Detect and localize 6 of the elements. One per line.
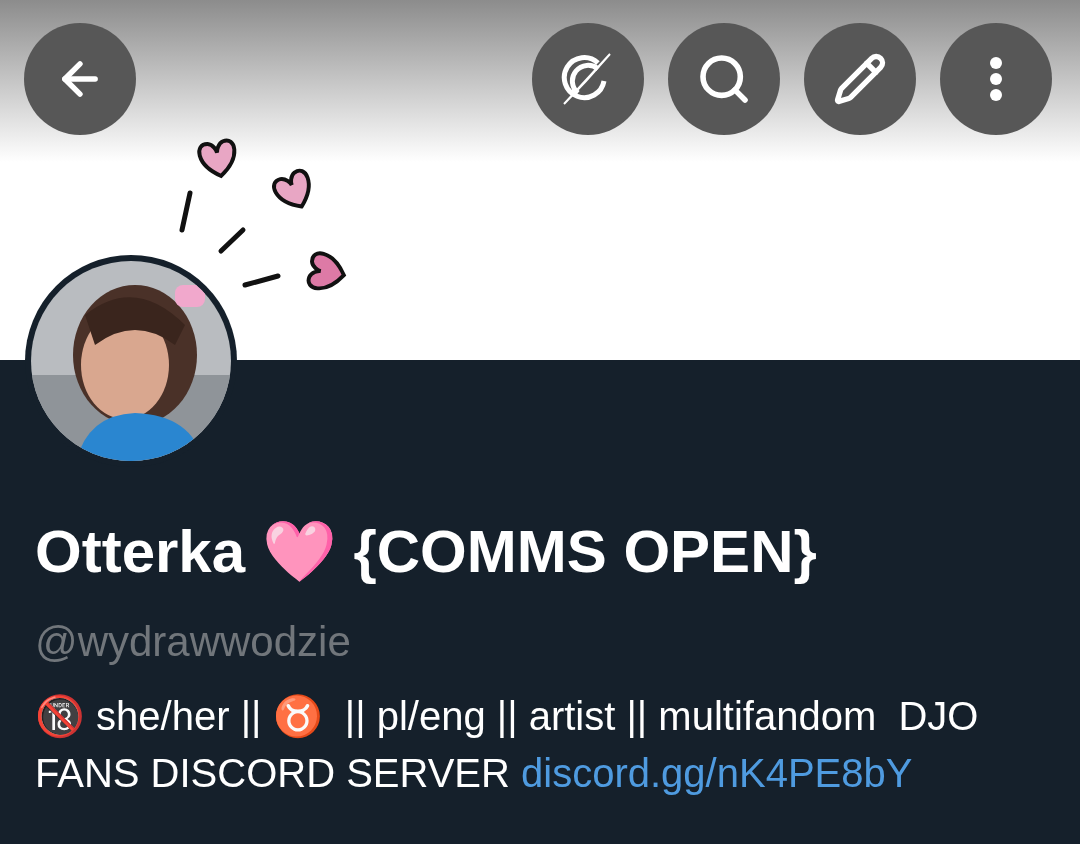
discord-link[interactable]: discord.gg/nK4PE8bY bbox=[521, 751, 913, 795]
bio-text: 🔞 she/her || ♉ || pl/eng || artist || multifandom DJO FANS DISCORD SERVER discord.gg/nK4PE8bY bbox=[35, 693, 980, 797]
more-icon bbox=[989, 56, 1003, 102]
profile-name: Otterka 🩷 {COMMS OPEN} bbox=[35, 520, 818, 584]
profile-handle: @wydrawwodzie bbox=[35, 618, 352, 666]
pencil-icon bbox=[833, 52, 887, 106]
